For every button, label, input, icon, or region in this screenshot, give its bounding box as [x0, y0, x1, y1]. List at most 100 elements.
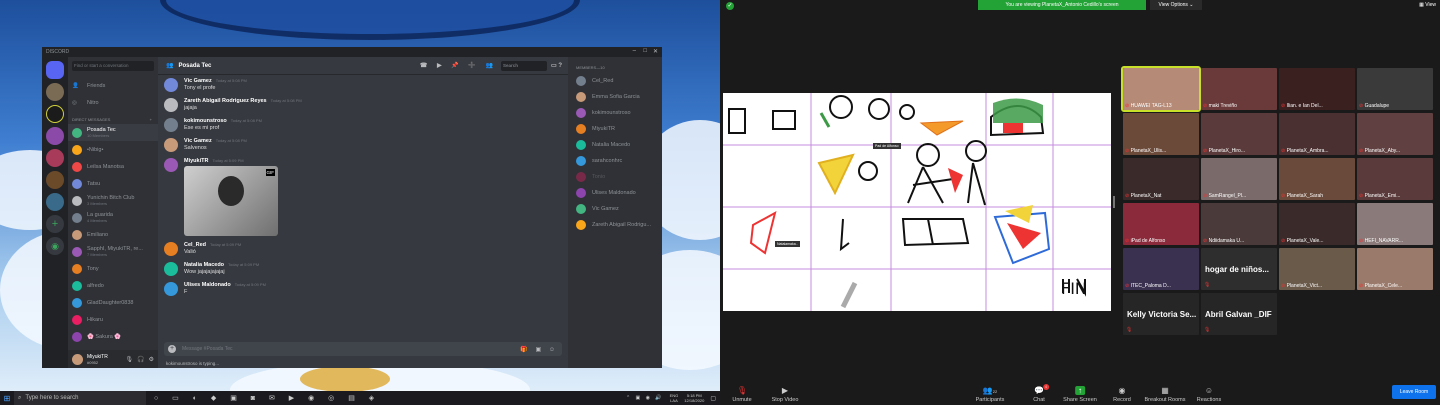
participant-tile[interactable]: ⊘ PlanetaX_Sarah [1279, 158, 1355, 200]
avatar[interactable] [164, 282, 178, 296]
member-item[interactable]: Emma Sofia Garcia [568, 89, 662, 105]
maximize-icon[interactable]: □ [643, 48, 647, 54]
dm-item[interactable]: GladDaughter0838 [68, 294, 158, 311]
member-item[interactable]: Natalia Macedo [568, 137, 662, 153]
member-item[interactable]: MiyukiTR [568, 121, 662, 137]
avatar[interactable] [164, 242, 178, 256]
server-icon[interactable] [46, 149, 64, 167]
dm-item[interactable]: Posada Tec 10 Members [68, 124, 158, 141]
chat-search-input[interactable]: Search [500, 60, 547, 71]
inbox-icon[interactable]: ▭ ? [551, 62, 562, 69]
clock[interactable]: 5:18 PM 12/18/2020 [684, 393, 704, 403]
message-author[interactable]: Zareth Abigail Rodriguez Reyes [184, 98, 267, 104]
message-author[interactable]: MiyukiTR [184, 158, 208, 164]
avatar[interactable] [164, 262, 178, 276]
message-input[interactable]: Message #Posada Tec [182, 346, 233, 352]
close-icon[interactable]: ✕ [653, 48, 658, 55]
server-icon[interactable] [46, 127, 64, 145]
participant-tile[interactable]: hogar de niños... 🎙 [1201, 248, 1277, 290]
participant-tile[interactable]: ⊘ maki Treviño [1201, 68, 1277, 110]
chat-button[interactable]: 💬 4 Chat [1033, 384, 1049, 403]
gift-icon[interactable]: 🎁 ▣ ☺ [520, 346, 558, 353]
participant-tile[interactable]: ⊘ PlanetaX_Vale... [1279, 203, 1355, 245]
dm-item[interactable]: Leilsa Manotsa [68, 158, 158, 175]
participant-tile[interactable]: ⊘ PlanetaX_Emi... [1357, 158, 1433, 200]
server-icon[interactable] [46, 83, 64, 101]
dm-search-input[interactable]: Find or start a conversation [72, 61, 154, 71]
avatar[interactable] [164, 78, 178, 92]
member-item[interactable]: Cel_Red [568, 73, 662, 89]
member-item[interactable]: kokimounstroso [568, 105, 662, 121]
add-dm-icon[interactable]: + [150, 117, 152, 122]
participant-tile[interactable]: ⊘ PlanetaX_Hiro... [1201, 113, 1277, 155]
message-author[interactable]: Vic Gamez [184, 138, 212, 144]
friends-link[interactable]: 👤 Friends [68, 77, 158, 94]
home-icon[interactable] [46, 61, 64, 79]
participant-tile[interactable]: ⊘ PlanetaX_Ulis... [1123, 113, 1199, 155]
call-icon[interactable]: ☎ ▶ 📌 ➕ 👥 [420, 62, 497, 69]
member-item[interactable]: Tonio [568, 169, 662, 185]
server-icon[interactable] [46, 193, 64, 211]
member-item[interactable]: Vic Gamez [568, 201, 662, 217]
dm-item[interactable]: Emiliano [68, 226, 158, 243]
tray-icon[interactable]: ⌃ ▣ ◉ 🔊 [626, 395, 664, 401]
participants-button[interactable]: 👥22 Participants [976, 386, 1005, 403]
participant-tile[interactable]: ⊘ PlanetaX_Cele... [1357, 248, 1433, 290]
dm-item[interactable]: •Nibig• [68, 141, 158, 158]
avatar[interactable] [164, 138, 178, 152]
add-server-icon[interactable]: + [46, 215, 64, 233]
server-icon[interactable] [46, 171, 64, 189]
participant-tile[interactable]: Kelly Victoria Se... 🎙 [1123, 293, 1199, 335]
dm-item[interactable]: 🌸 Sakura 🌸 [68, 328, 158, 345]
dm-item[interactable]: alfredo [68, 277, 158, 294]
participant-tile[interactable]: ⊘ Ndiidamaka U... [1201, 203, 1277, 245]
settings-icon[interactable]: ⚙ [149, 356, 154, 363]
message-author[interactable]: Natalia Macedo [184, 262, 224, 268]
avatar[interactable] [164, 158, 178, 172]
participant-tile[interactable]: ⊘ PlanetaX_Aby... [1357, 113, 1433, 155]
breakout-rooms-button[interactable]: ▦ Breakout Rooms [1145, 386, 1186, 403]
pinned-apps-icon[interactable]: ○ ▭ ◐ ◆ ▣ ◙ ✉ ▶ ◉ ◎ ▤ ◈ [154, 394, 380, 402]
participant-tile[interactable]: ⊘ PlanetaX_Nat [1123, 158, 1199, 200]
reactions-button[interactable]: ☺ Reactions [1197, 386, 1221, 403]
member-item[interactable]: sarahconhrc [568, 153, 662, 169]
notification-icon[interactable]: ▢ [710, 395, 716, 402]
participant-tile[interactable]: ⊘ Guadalupe [1357, 68, 1433, 110]
dm-item[interactable]: Tatsu [68, 175, 158, 192]
nitro-link[interactable]: ◎ Nitro [68, 94, 158, 111]
unmute-button[interactable]: 🎙 Unmute [732, 386, 751, 403]
explore-icon[interactable]: ◉ [46, 237, 64, 255]
avatar[interactable] [164, 98, 178, 112]
minimize-icon[interactable]: – [633, 48, 636, 54]
taskbar-search-input[interactable]: ⌕ Type here to search [14, 391, 146, 405]
participant-tile[interactable]: ⊘ Ilian. e Ian Del... [1279, 68, 1355, 110]
member-item[interactable]: Ulises Maldonado [568, 185, 662, 201]
avatar[interactable] [164, 118, 178, 132]
participant-tile[interactable]: ⊘ HEFI_NAVARR... [1357, 203, 1433, 245]
message-author[interactable]: Vic Gamez [184, 78, 212, 84]
message-author[interactable]: Cel_Red [184, 242, 206, 248]
record-button[interactable]: ◉ Record [1113, 386, 1131, 403]
participant-tile[interactable]: ⊘ HUAWEI TAG-L13 [1121, 66, 1201, 112]
participant-tile[interactable]: ⊘ SamRangel_Pl... [1201, 158, 1277, 200]
view-button[interactable]: ▦ View [1419, 2, 1436, 8]
headset-icon[interactable]: 🎧 [137, 356, 144, 363]
shield-icon[interactable]: ✓ [726, 2, 734, 10]
windows-start-icon[interactable]: ⊞ [0, 394, 14, 403]
dm-item[interactable]: Yunichin Bitch Club 3 Members [68, 192, 158, 209]
dm-item[interactable]: La guarida 4 Members [68, 209, 158, 226]
share-screen-button[interactable]: ↑ Share Screen [1063, 386, 1097, 403]
participant-tile[interactable]: Abril Galvan _DIF 🎙 [1201, 293, 1277, 335]
mic-icon[interactable]: 🎙 [126, 356, 134, 363]
server-icon[interactable] [46, 105, 64, 123]
leave-room-button[interactable]: Leave Room [1392, 385, 1436, 399]
stop-video-button[interactable]: ▶ Stop Video [772, 386, 799, 403]
view-options-button[interactable]: View Options ⌄ [1150, 0, 1202, 10]
avatar[interactable] [72, 353, 83, 365]
message-author[interactable]: Ulises Maldonado [184, 282, 231, 288]
message-author[interactable]: kokimounstroso [184, 118, 227, 124]
participant-tile[interactable]: ⊘ PlanetaX_Ambra... [1279, 113, 1355, 155]
member-item[interactable]: Zareth Abigail Rodrigu... [568, 217, 662, 233]
attach-icon[interactable]: + [168, 345, 176, 353]
participant-tile[interactable]: ⊘ iPad de Alfonso [1123, 203, 1199, 245]
